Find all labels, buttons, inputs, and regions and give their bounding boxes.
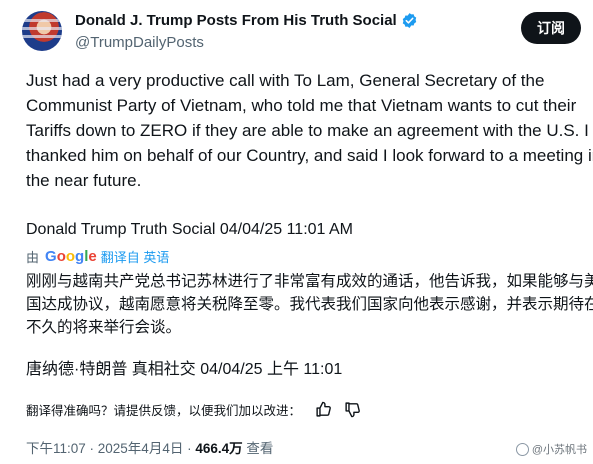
views-label: 查看: [246, 441, 274, 456]
watermark-text: @小苏帆书: [531, 444, 587, 456]
translated-by-bar: 由 Google 翻译自 英语: [26, 247, 169, 266]
translated-text: 刚刚与越南共产党总书记苏林进行了非常富有成效的通话，他告诉我，如果能够与美国达成…: [26, 273, 593, 336]
verified-badge-icon: [402, 13, 416, 28]
author-avatar[interactable]: [22, 11, 62, 51]
post-timestamp[interactable]: 下午11:07 · 2025年4月4日 ·: [26, 441, 192, 456]
translation-feedback-row: 翻译得准确吗？请提供反馈，以便我们加以改进：: [26, 400, 361, 419]
translated-from-link[interactable]: 翻译自 英语: [101, 247, 170, 266]
author-handle[interactable]: @TrumpDailyPosts: [75, 34, 204, 51]
thumbs-down-icon[interactable]: [344, 401, 361, 418]
feedback-question: 翻译得准确吗？请提供反馈，以便我们加以改进：: [26, 404, 302, 418]
author-name-row: Donald J. Trump Posts From His Truth Soc…: [75, 12, 418, 29]
watermark-logo-icon: [515, 442, 529, 456]
thumbs-up-icon[interactable]: [315, 401, 332, 418]
author-display-name[interactable]: Donald J. Trump Posts From His Truth Soc…: [75, 12, 397, 29]
post-meta: 下午11:07 · 2025年4月4日 · 466.4万 查看: [26, 437, 273, 457]
post-text: Just had a very productive call with To …: [26, 71, 593, 190]
subscribe-button[interactable]: 订阅: [521, 12, 581, 44]
watermark: @小苏帆书: [515, 441, 587, 457]
avatar-flag-stripe: [22, 19, 62, 22]
translated-source-line: 唐纳德·特朗普 真相社交 04/04/25 上午 11:01: [26, 361, 343, 378]
post-source-line: Donald Trump Truth Social 04/04/25 11:01…: [26, 221, 354, 238]
google-logo: Google: [45, 248, 97, 265]
translated-by-prefix: 由: [26, 250, 40, 265]
views-count: 466.4万: [195, 441, 243, 456]
avatar-flag-stripe: [22, 35, 62, 38]
avatar-flag-stripe: [22, 27, 62, 30]
